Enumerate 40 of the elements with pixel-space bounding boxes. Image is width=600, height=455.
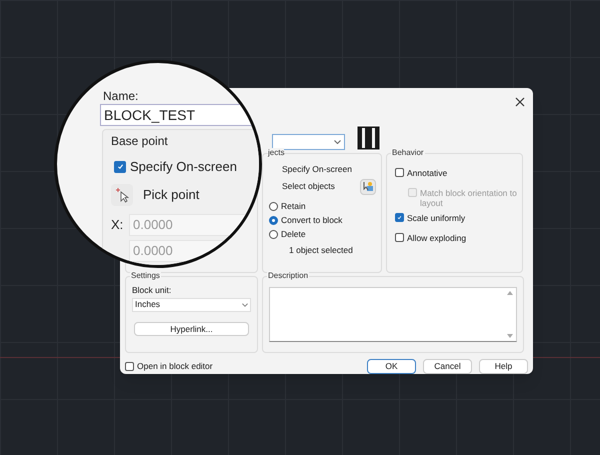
dialog-button[interactable]: Cancel <box>423 358 472 374</box>
field-label: X: <box>111 216 121 234</box>
chevron-icon <box>242 302 248 307</box>
checkbox-option[interactable]: Specify On-screen <box>114 157 259 176</box>
checkbox-option[interactable]: Annotative <box>395 168 522 185</box>
group-title: jects <box>268 148 284 158</box>
select-objects-label[interactable]: Select objects <box>282 180 335 194</box>
quick-select-icon <box>362 181 374 192</box>
check-icon <box>116 163 124 170</box>
checkbox[interactable] <box>125 362 134 371</box>
group-title: Settings <box>130 270 161 281</box>
checkbox[interactable] <box>395 212 404 222</box>
block-unit-dropdown[interactable]: Inches <box>132 298 251 312</box>
checkbox-option[interactable]: Scale uniformly <box>395 212 522 230</box>
check-icon <box>397 214 402 220</box>
chevron-icon <box>334 140 341 144</box>
group-title: Description <box>267 270 310 281</box>
dialog-button[interactable]: OK <box>367 358 416 374</box>
group-title: Base point <box>111 134 169 148</box>
field-label: Name: <box>103 89 140 103</box>
group-title: Behavior <box>391 148 425 158</box>
cursor-crosshair-icon <box>115 186 129 202</box>
radio-option[interactable]: Delete <box>269 228 381 240</box>
checkbox[interactable] <box>114 160 126 173</box>
status-text: 1 object selected <box>289 244 354 256</box>
checkbox-option[interactable]: Open in block editor <box>125 360 367 372</box>
field-label: Block unit: <box>132 284 172 295</box>
radio-option[interactable]: Convert to block <box>269 214 381 226</box>
block-preview-icon <box>357 126 380 150</box>
radio-option[interactable]: Retain <box>269 200 381 212</box>
pick-point-button[interactable] <box>111 184 133 206</box>
checkbox[interactable] <box>395 168 404 177</box>
option-label: Specify On-screen <box>282 163 352 176</box>
hyperlink-button[interactable]: Hyperlink... <box>134 322 249 336</box>
pick-point-label: Pick point <box>143 186 200 204</box>
checkbox-option[interactable]: Allow exploding <box>395 232 522 250</box>
checkbox[interactable] <box>395 232 404 242</box>
quick-select-button[interactable] <box>360 178 376 195</box>
dialog-button[interactable]: Help <box>479 358 528 374</box>
close-icon[interactable] <box>515 97 525 107</box>
